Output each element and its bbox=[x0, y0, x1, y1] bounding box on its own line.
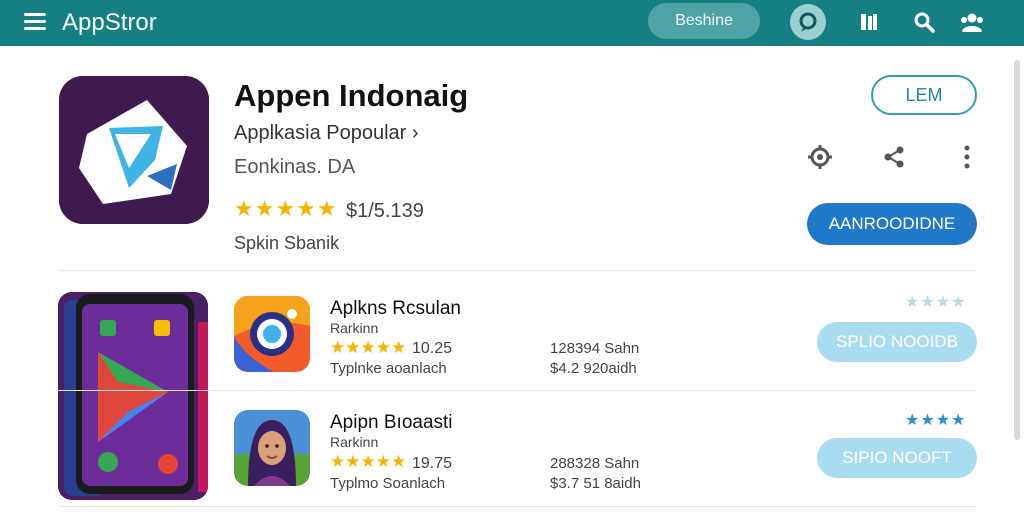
list-item-category: Rarkinn bbox=[330, 320, 379, 336]
list-item-mini-stars: ★★★★ bbox=[905, 410, 966, 430]
search-icon[interactable] bbox=[910, 8, 938, 36]
list-item-stars: ★★★★★ bbox=[330, 452, 407, 471]
featured-app-title: Appen Indonaig bbox=[234, 78, 469, 113]
featured-app-developer: Eonkinas. DA bbox=[234, 156, 356, 178]
list-item-price: $3.7 51 8aidh bbox=[550, 475, 641, 492]
list-item-downloads: 288328 Sahn bbox=[550, 455, 640, 472]
featured-app-rating-stars: ★★★★★ bbox=[234, 196, 338, 221]
top-app-bar: AppStror Beshine bbox=[0, 0, 1024, 46]
share-icon[interactable] bbox=[879, 142, 909, 172]
divider bbox=[58, 270, 977, 271]
featured-app-price: $1/5.139 bbox=[346, 200, 424, 222]
promo-phone-image bbox=[58, 292, 208, 500]
list-item-downloads: 128394 Sahn bbox=[550, 340, 640, 357]
lem-button[interactable]: LEM bbox=[871, 75, 977, 115]
featured-app-size: Spkin Sbanik bbox=[234, 233, 340, 253]
top-pill-button[interactable]: Beshine bbox=[648, 3, 760, 39]
list-item-mini-stars: ★★★★ bbox=[905, 292, 966, 312]
mini-stars-text: ★★★★ bbox=[905, 412, 967, 429]
app-title: AppStror bbox=[62, 9, 157, 36]
featured-app-category[interactable]: Applkasia Popoular › bbox=[234, 122, 419, 145]
settings-icon[interactable] bbox=[805, 142, 835, 172]
list-item-action-button[interactable]: SIPIO NOOFT bbox=[817, 438, 977, 478]
list-item-stars: ★★★★★ bbox=[330, 338, 407, 357]
chat-badge-icon[interactable] bbox=[790, 4, 826, 40]
app-icon-portrait[interactable] bbox=[234, 410, 310, 486]
list-item-name[interactable]: Aplkns Rcsulan bbox=[330, 298, 461, 320]
mini-stars-text: ★★★★ bbox=[905, 294, 967, 311]
library-icon[interactable] bbox=[855, 8, 883, 36]
list-item-tag: Typlmo Soanlach bbox=[330, 475, 446, 492]
list-item-rating: 19.75 bbox=[412, 455, 453, 472]
more-vert-icon[interactable] bbox=[952, 142, 982, 172]
app-icon-camera[interactable] bbox=[234, 296, 310, 372]
menu-icon[interactable] bbox=[24, 13, 46, 31]
list-item-rating: 10.25 bbox=[412, 340, 453, 357]
featured-app-icon[interactable] bbox=[59, 76, 209, 224]
scrollbar[interactable] bbox=[1014, 60, 1020, 440]
list-item-name[interactable]: Apipn Bıoaasti bbox=[330, 412, 453, 434]
install-button[interactable]: AANROODIDNE bbox=[807, 203, 977, 245]
divider bbox=[58, 390, 977, 391]
list-item-price: $4.2 920aidh bbox=[550, 360, 637, 377]
list-item-tag: Typlnke aoanlach bbox=[330, 360, 447, 377]
divider bbox=[58, 506, 977, 507]
account-icon[interactable] bbox=[958, 8, 986, 36]
list-item-category: Rarkinn bbox=[330, 434, 379, 450]
list-item-action-button[interactable]: SPLIO NOOIDB bbox=[817, 322, 977, 362]
